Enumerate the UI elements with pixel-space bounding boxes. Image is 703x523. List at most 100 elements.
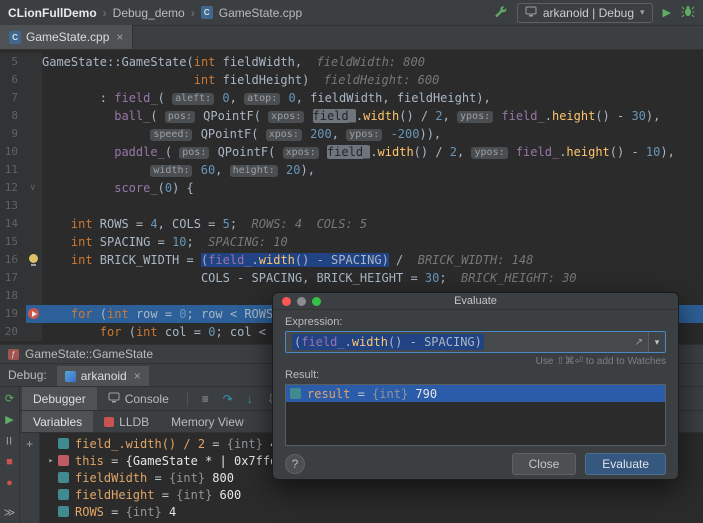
run-config-selector[interactable]: arkanoid | Debug ▾ — [516, 2, 653, 23]
line-number[interactable]: 12 — [0, 179, 26, 197]
debugger-actions-strip: ⟳ ▶ || ■ ● ≫ — [0, 387, 20, 523]
variable-eq: = — [154, 487, 177, 502]
code-line[interactable]: 7: field_( aleft: 0, atop: 0, fieldWidth… — [0, 89, 703, 107]
line-number[interactable]: 11 — [0, 161, 26, 179]
threads-icon[interactable]: ≡ — [202, 392, 209, 406]
line-number[interactable]: 5 — [0, 53, 26, 71]
variable-row[interactable]: fieldHeight = {int} 600 — [40, 486, 703, 503]
run-button[interactable]: ▶ — [663, 6, 671, 19]
code-segment: width — [377, 145, 414, 159]
line-number[interactable]: 14 — [0, 215, 26, 233]
fold-icon[interactable]: ∨ — [30, 179, 35, 197]
build-icon[interactable] — [493, 4, 507, 21]
tab-memory-view[interactable]: Memory View — [160, 411, 254, 432]
line-number[interactable]: 16 — [0, 251, 26, 269]
code-segment: BRICK_WIDTH: 148 — [403, 253, 534, 267]
code-line[interactable]: 5 GameState::GameState(int fieldWidth, fi… — [0, 53, 703, 71]
current-function-breadcrumb[interactable]: GameState::GameState — [25, 347, 153, 361]
expression-text[interactable]: (field_.width() - SPACING) — [292, 334, 630, 350]
line-number[interactable]: 13 — [0, 197, 26, 215]
intention-bulb-icon[interactable] — [29, 254, 38, 266]
line-number[interactable]: 8 — [0, 107, 26, 125]
dialog-titlebar[interactable]: Evaluate — [273, 293, 678, 310]
breadcrumb-folder[interactable]: Debug_demo — [113, 6, 185, 20]
variable-icon — [58, 472, 69, 483]
line-number[interactable]: 19 — [0, 305, 26, 323]
chevron-down-icon[interactable]: ▾ — [648, 332, 665, 352]
code-segment: . — [544, 109, 552, 123]
editor-tab[interactable]: C GameState.cpp × — [0, 25, 134, 49]
stop-icon[interactable]: ■ — [6, 456, 13, 468]
tab-console[interactable]: Console — [97, 387, 180, 410]
result-value: 790 — [415, 386, 438, 401]
more-tool-windows-icon[interactable]: ≫ — [4, 507, 16, 519]
code-segment: () / — [399, 109, 436, 123]
code-segment: ( — [157, 181, 165, 195]
debug-session-tab[interactable]: arkanoid × — [56, 366, 149, 386]
code-segment: field_ — [501, 109, 545, 123]
code-segment: int — [135, 325, 158, 339]
rerun-icon[interactable]: ⟳ — [5, 393, 14, 405]
gutter-icon-area — [26, 161, 42, 179]
code-segment: field_ — [114, 91, 158, 105]
tab-lldb[interactable]: LLDB — [93, 411, 160, 432]
console-icon — [108, 392, 120, 406]
line-number[interactable]: 7 — [0, 89, 26, 107]
code-line[interactable]: 15 int SPACING = 10; SPACING: 10 — [0, 233, 703, 251]
evaluate-button[interactable]: Evaluate — [585, 453, 666, 475]
code-line[interactable]: 8 ball_( pos: QPointF( xpos: field_.width… — [0, 107, 703, 125]
breadcrumb-file[interactable]: GameState.cpp — [219, 6, 302, 20]
line-number[interactable]: 9 — [0, 125, 26, 143]
pause-icon[interactable]: || — [6, 435, 12, 447]
code-segment: , COLS = — [157, 217, 223, 231]
code-segment: width — [363, 109, 400, 123]
code-line[interactable]: 6 int fieldHeight) fieldHeight: 600 — [0, 71, 703, 89]
app-monitor-icon — [525, 6, 537, 20]
result-list[interactable]: result = {int} 790 — [285, 384, 666, 446]
close-button[interactable]: Close — [511, 453, 577, 475]
code-line[interactable]: 14 int ROWS = 4, COLS = 5; ROWS: 4 COLS: … — [0, 215, 703, 233]
code-line[interactable]: 13 — [0, 197, 703, 215]
expand-icon[interactable]: ↗ — [635, 337, 643, 348]
code-segment: 60 — [200, 163, 216, 177]
breakpoint-icon[interactable] — [28, 308, 39, 319]
titlebar: CLionFullDemo › Debug_demo › C GameState… — [0, 0, 703, 26]
line-number[interactable]: 20 — [0, 323, 26, 341]
code-line[interactable]: 9 speed: QPointF( xpos: 200, ypos: -200))… — [0, 125, 703, 143]
variable-row[interactable]: ROWS = {int} 4 — [40, 503, 703, 520]
add-watch-icon[interactable]: + — [26, 437, 33, 451]
code-line[interactable]: 11 width: 60, height: 20), — [0, 161, 703, 179]
cpp-file-icon: C — [9, 30, 21, 44]
gutter-icon-area — [26, 215, 42, 233]
line-number[interactable]: 18 — [0, 287, 26, 305]
view-breakpoints-icon[interactable]: ● — [6, 477, 13, 489]
resume-icon[interactable]: ▶ — [5, 414, 13, 426]
line-number[interactable]: 6 — [0, 71, 26, 89]
code-segment: ), — [300, 163, 315, 177]
code-segment: BRICK_HEIGHT: 30 — [446, 271, 577, 285]
expander-icon[interactable]: ▸ — [44, 456, 58, 466]
code-line[interactable]: 10 paddle_( pos: QPointF( xpos: field_.wi… — [0, 143, 703, 161]
expression-input[interactable]: (field_.width() - SPACING) ↗ ▾ — [285, 331, 666, 353]
code-line[interactable]: 12 ∨ score_(0) { — [0, 179, 703, 197]
variable-icon — [58, 438, 69, 449]
line-number[interactable]: 10 — [0, 143, 26, 161]
line-number[interactable]: 15 — [0, 233, 26, 251]
code-segment: xpos: — [282, 147, 319, 159]
breadcrumb-project[interactable]: CLionFullDemo — [8, 6, 97, 20]
close-icon[interactable]: × — [134, 369, 141, 383]
gutter-icon-area: ∨ — [26, 179, 42, 197]
code-line[interactable]: 17 COLS - SPACING, BRICK_HEIGHT = 30; BRI… — [0, 269, 703, 287]
close-icon[interactable]: × — [116, 30, 123, 44]
tab-debugger[interactable]: Debugger — [22, 387, 97, 410]
code-segment: , — [331, 127, 347, 141]
debug-button[interactable] — [681, 4, 695, 21]
result-row[interactable]: result = {int} 790 — [286, 385, 665, 402]
code-line[interactable]: 16 int BRICK_WIDTH = (field_.width() - SP… — [0, 251, 703, 269]
step-into-icon[interactable]: ↓ — [247, 392, 253, 406]
help-button[interactable]: ? — [285, 454, 305, 474]
line-number[interactable]: 17 — [0, 269, 26, 287]
tab-variables[interactable]: Variables — [22, 411, 94, 432]
step-over-icon[interactable]: ↷ — [223, 392, 233, 406]
